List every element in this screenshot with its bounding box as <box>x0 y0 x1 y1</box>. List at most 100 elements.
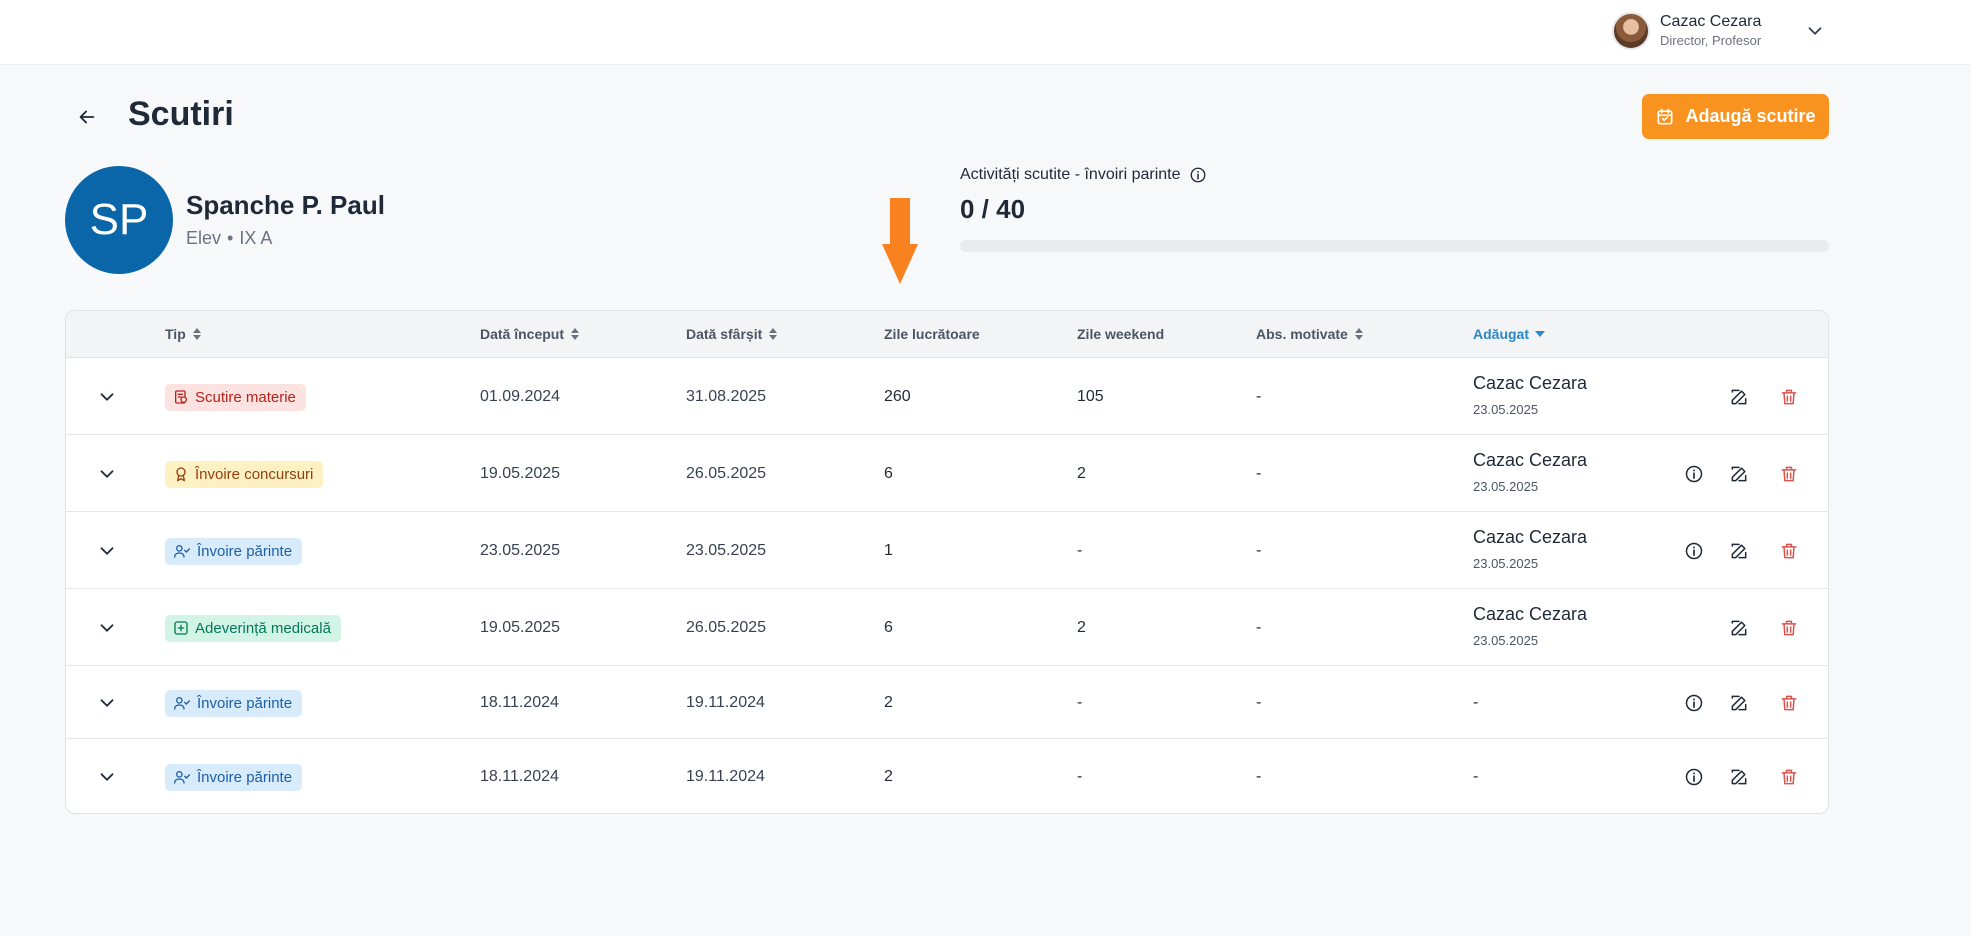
info-button[interactable] <box>1683 766 1705 788</box>
exemption-type-badge: Învoire părinte <box>165 689 303 717</box>
annotation-arrow-down-icon <box>882 198 918 284</box>
workdays: 6 <box>884 618 893 636</box>
expand-row-button[interactable] <box>96 766 118 788</box>
info-button[interactable] <box>1683 692 1705 714</box>
excused-absences: - <box>1256 541 1262 559</box>
edit-button[interactable] <box>1728 463 1750 485</box>
chevron-down-icon <box>100 469 114 478</box>
edit-button[interactable] <box>1728 617 1750 639</box>
sort-icon <box>769 328 778 340</box>
table-row: Adeverință medicală 19.05.2025 26.05.202… <box>66 589 1828 666</box>
start-date: 01.09.2024 <box>480 387 561 405</box>
column-header-added[interactable]: Adăugat <box>1473 326 1545 342</box>
expand-row-button[interactable] <box>96 540 118 562</box>
added-by: - <box>1473 767 1479 785</box>
column-header-label: Zile weekend <box>1077 326 1165 342</box>
exemption-type-label: Scutire materie <box>195 388 296 406</box>
column-header-label: Abs. motivate <box>1256 326 1348 342</box>
user-check-icon <box>174 545 190 558</box>
column-header-end-date[interactable]: Dată sfârșit <box>686 326 778 342</box>
add-exemption-button[interactable]: Adaugă scutire <box>1642 94 1829 139</box>
info-button[interactable] <box>1683 463 1705 485</box>
expand-row-button[interactable] <box>96 463 118 485</box>
arrow-left-icon <box>79 110 95 124</box>
weekend-days: 105 <box>1077 387 1104 405</box>
trash-icon <box>1781 543 1797 558</box>
student-class: Elev • IX A <box>186 228 272 249</box>
expand-row-button[interactable] <box>96 386 118 408</box>
added-on: 23.05.2025 <box>1473 632 1539 648</box>
excused-absences: - <box>1256 464 1262 482</box>
delete-button[interactable] <box>1778 617 1800 639</box>
column-header-start-date[interactable]: Dată început <box>480 326 580 342</box>
edit-button[interactable] <box>1728 766 1750 788</box>
edit-button[interactable] <box>1728 692 1750 714</box>
chevron-down-icon <box>100 623 114 632</box>
expand-row-button[interactable] <box>96 692 118 714</box>
column-header-label: Adăugat <box>1473 326 1529 342</box>
delete-button[interactable] <box>1778 463 1800 485</box>
user-menu[interactable]: Cazac Cezara Director, Profesor <box>1612 12 1822 50</box>
column-header-weekend-days: Zile weekend <box>1077 326 1164 342</box>
column-header-label: Zile lucrătoare <box>884 326 980 342</box>
weekend-days: 2 <box>1077 464 1086 482</box>
user-name: Cazac Cezara <box>1660 13 1762 30</box>
exemptions-table: Tip Dată început Dată sfârșit Zile lucră… <box>65 310 1829 814</box>
quota-label: Activități scutite - învoiri parinte <box>960 166 1207 184</box>
delete-button[interactable] <box>1778 386 1800 408</box>
add-exemption-label: Adaugă scutire <box>1685 106 1816 126</box>
weekend-days: - <box>1077 541 1083 559</box>
column-header-workdays: Zile lucrătoare <box>884 326 980 342</box>
column-header-label: Tip <box>165 326 186 342</box>
info-icon <box>1685 768 1703 785</box>
added-by: Cazac Cezara <box>1473 449 1588 470</box>
edit-icon <box>1731 466 1747 481</box>
trash-icon <box>1781 466 1797 481</box>
chevron-down-icon <box>100 772 114 781</box>
exemption-type-badge: Învoire concursuri <box>165 460 324 488</box>
end-date: 26.05.2025 <box>686 618 767 636</box>
end-date: 23.05.2025 <box>686 541 767 559</box>
end-date: 19.11.2024 <box>686 767 765 785</box>
weekend-days: 2 <box>1077 618 1086 636</box>
trash-icon <box>1781 695 1797 710</box>
user-meta: Cazac Cezara Director, Profesor <box>1660 12 1761 50</box>
edit-icon <box>1731 543 1747 558</box>
user-avatar[interactable] <box>1612 12 1650 50</box>
user-check-icon <box>174 771 190 784</box>
workdays: 2 <box>884 693 893 711</box>
info-icon[interactable] <box>1189 166 1207 184</box>
added-by: Cazac Cezara <box>1473 603 1588 624</box>
excused-absences: - <box>1256 387 1262 405</box>
quota-label-text: Activități scutite - învoiri parinte <box>960 166 1181 183</box>
info-button[interactable] <box>1683 540 1705 562</box>
expand-row-button[interactable] <box>96 617 118 639</box>
chevron-down-icon[interactable] <box>1804 20 1826 42</box>
column-header-type[interactable]: Tip <box>165 326 202 342</box>
student-role: Elev <box>186 228 222 248</box>
start-date: 18.11.2024 <box>480 767 559 785</box>
exemption-type-badge: Adeverință medicală <box>165 614 341 642</box>
end-date: 31.08.2025 <box>686 387 767 405</box>
edit-icon <box>1731 695 1747 710</box>
added-on: 23.05.2025 <box>1473 555 1539 571</box>
start-date: 18.11.2024 <box>480 693 559 711</box>
edit-button[interactable] <box>1728 386 1750 408</box>
weekend-days: - <box>1077 767 1083 785</box>
exemption-type-label: Învoire părinte <box>197 694 293 712</box>
sort-icon <box>571 328 580 340</box>
added-by: Cazac Cezara <box>1473 526 1588 547</box>
table-header: Tip Dată început Dată sfârșit Zile lucră… <box>66 311 1828 358</box>
delete-button[interactable] <box>1778 766 1800 788</box>
table-row: Învoire părinte 18.11.2024 19.11.2024 2 … <box>66 666 1828 739</box>
info-icon <box>1685 694 1703 711</box>
column-header-excused-absences[interactable]: Abs. motivate <box>1256 326 1364 342</box>
back-button[interactable] <box>72 102 102 132</box>
medical-plus-icon <box>174 621 188 635</box>
edit-button[interactable] <box>1728 540 1750 562</box>
exemption-type-label: Învoire părinte <box>197 768 293 786</box>
exemption-type-badge: Scutire materie <box>165 383 306 411</box>
exemption-type-badge: Învoire părinte <box>165 537 303 565</box>
delete-button[interactable] <box>1778 692 1800 714</box>
delete-button[interactable] <box>1778 540 1800 562</box>
